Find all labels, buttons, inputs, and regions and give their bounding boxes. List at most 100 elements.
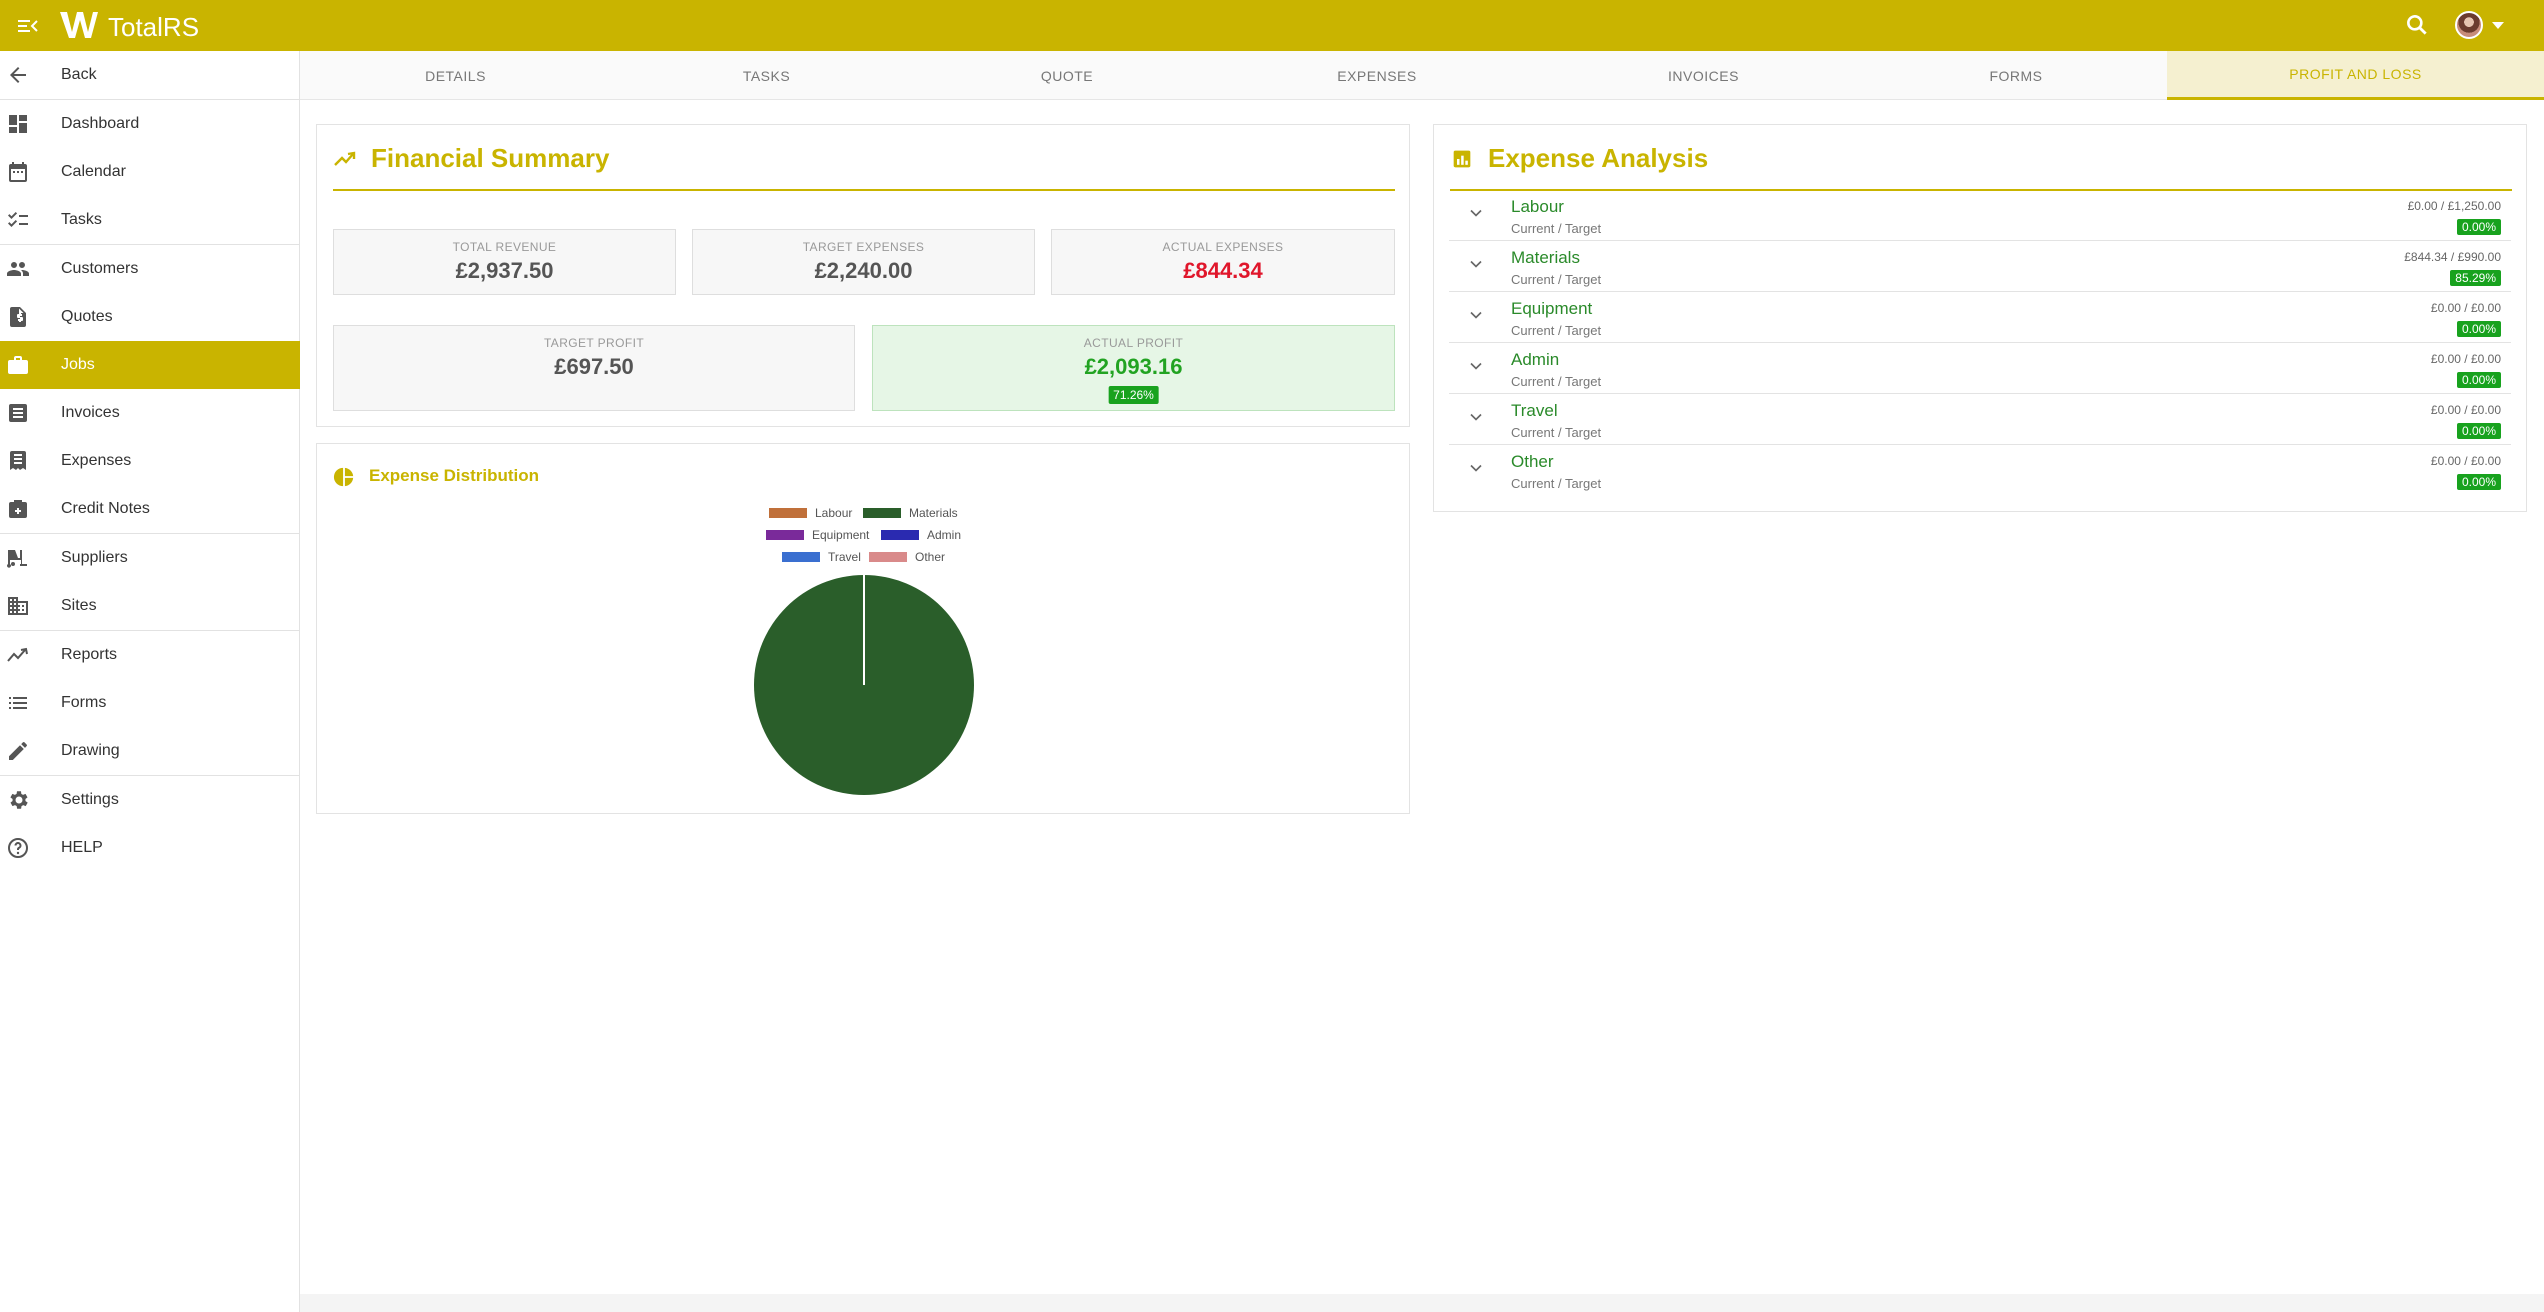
sidebar-item-suppliers[interactable]: Suppliers	[0, 534, 300, 582]
sidebar-item-jobs[interactable]: Jobs	[0, 341, 300, 389]
chevron-down-icon[interactable]	[1466, 305, 1486, 325]
expense-row-sub: Current / Target	[1511, 272, 1602, 287]
expense-row-equipment[interactable]: Equipment Current / Target £0.00 / £0.00…	[1449, 292, 2511, 343]
quote-document-icon	[10, 307, 26, 327]
sidebar-item-label: Jobs	[61, 356, 95, 373]
top-app-bar: TotalRS	[0, 0, 2544, 51]
chevron-down-icon[interactable]	[1466, 254, 1486, 274]
legend-label: Equipment	[812, 528, 870, 542]
page-footer-strip	[300, 1294, 2544, 1312]
expense-distribution-title: Expense Distribution	[369, 466, 540, 485]
stat-label: TARGET PROFIT	[543, 336, 645, 350]
expense-row-amount: £0.00 / £0.00	[2431, 454, 2501, 468]
sidebar-item-label: Quotes	[61, 308, 113, 325]
stat-value: £2,240.00	[814, 258, 913, 283]
expense-row-sub: Current / Target	[1511, 476, 1602, 491]
sidebar-item-dashboard[interactable]: Dashboard	[0, 100, 300, 148]
legend-swatch	[769, 508, 807, 518]
sidebar-item-drawing[interactable]: Drawing	[0, 727, 300, 775]
chevron-down-icon[interactable]	[1466, 458, 1486, 478]
tab-details[interactable]: DETAILS	[300, 51, 611, 100]
sidebar-item-help[interactable]: HELP	[0, 824, 300, 872]
expense-row-other[interactable]: Other Current / Target £0.00 / £0.00 0.0…	[1449, 445, 2511, 496]
sidebar-item-expenses[interactable]: Expenses	[0, 437, 300, 485]
target-amount: £0.00	[2470, 352, 2501, 366]
sidebar-item-settings[interactable]: Settings	[0, 776, 300, 824]
percent-badge: 0.00%	[2456, 321, 2501, 337]
expense-row-travel[interactable]: Travel Current / Target £0.00 / £0.00 0.…	[1449, 394, 2511, 445]
stat-value: £2,937.50	[455, 258, 554, 283]
expense-row-name: Equipment	[1511, 299, 1593, 318]
sidebar-item-label: Dashboard	[61, 115, 140, 132]
legend-label: Admin	[927, 528, 962, 542]
sidebar-item-label: Expenses	[61, 452, 132, 469]
expense-row-name: Other	[1511, 452, 1554, 471]
legend-swatch	[869, 552, 907, 562]
checklist-icon	[8, 212, 28, 227]
chevron-down-icon[interactable]	[1466, 203, 1486, 223]
arrow-left-icon	[10, 67, 26, 83]
tab-invoices[interactable]: INVOICES	[1542, 51, 1865, 100]
sidebar-item-label: Forms	[61, 694, 107, 711]
sidebar-item-customers[interactable]: Customers	[0, 245, 300, 293]
expense-row-name: Admin	[1511, 350, 1560, 369]
chevron-down-icon[interactable]	[1466, 407, 1486, 427]
expense-row-sub: Current / Target	[1511, 323, 1602, 338]
search-icon[interactable]	[2404, 12, 2430, 38]
expense-row-sub: Current / Target	[1511, 425, 1602, 440]
expense-row-admin[interactable]: Admin Current / Target £0.00 / £0.00 0.0…	[1449, 343, 2511, 394]
dashboard-icon	[9, 115, 27, 133]
sidebar-item-label: Settings	[61, 791, 119, 808]
sidebar-item-label: Sites	[61, 597, 97, 614]
sidebar-item-calendar[interactable]: Calendar	[0, 148, 300, 196]
tab-forms[interactable]: FORMS	[1865, 51, 2167, 100]
sidebar-item-invoices[interactable]: Invoices	[0, 389, 300, 437]
expense-row-amount: £0.00 / £0.00	[2431, 403, 2501, 417]
sidebar-item-sites[interactable]: Sites	[0, 582, 300, 630]
sidebar-item-quotes[interactable]: Quotes	[0, 293, 300, 341]
tab-expenses[interactable]: EXPENSES	[1212, 51, 1542, 100]
sidebar-item-credit-notes[interactable]: Credit Notes	[0, 485, 300, 533]
app-logo	[60, 12, 98, 38]
list-icon	[9, 697, 27, 709]
sidebar-item-label: Invoices	[61, 404, 120, 421]
tab-profit-and-loss[interactable]: PROFIT AND LOSS	[2167, 51, 2544, 100]
sidebar-item-tasks[interactable]: Tasks	[0, 196, 300, 244]
expense-row-materials[interactable]: Materials Current / Target £844.34 / £99…	[1449, 241, 2511, 292]
expense-distribution-card: Expense Distribution Labour Materials Eq…	[316, 443, 1410, 814]
chevron-down-icon[interactable]	[2492, 22, 2504, 29]
legend-item-equipment[interactable]: Equipment	[766, 528, 869, 542]
chevron-down-icon[interactable]	[1466, 356, 1486, 376]
legend-item-travel[interactable]: Travel	[782, 550, 861, 564]
percent-badge: 0.00%	[2456, 372, 2501, 388]
expense-row-labour[interactable]: Labour Current / Target £0.00 / £1,250.0…	[1449, 190, 2511, 241]
receipt-icon	[10, 451, 26, 470]
expense-row-amount: £0.00 / £1,250.00	[2408, 199, 2501, 213]
tab-tasks[interactable]: TASKS	[611, 51, 922, 100]
sidebar-item-reports[interactable]: Reports	[0, 631, 300, 679]
stat-value: £844.34	[1183, 258, 1263, 283]
percent-badge: 0.00%	[2456, 474, 2501, 490]
legend-item-labour[interactable]: Labour	[769, 506, 852, 520]
user-avatar[interactable]	[2455, 11, 2483, 39]
legend-item-admin[interactable]: Admin	[881, 528, 961, 542]
menu-collapse-icon[interactable]	[16, 14, 40, 38]
sidebar-item-forms[interactable]: Forms	[0, 679, 300, 727]
trending-up-icon	[334, 151, 356, 166]
sidebar-item-label: Calendar	[61, 163, 126, 180]
invoice-icon	[9, 404, 27, 422]
tab-quote[interactable]: QUOTE	[922, 51, 1212, 100]
building-icon	[8, 597, 28, 615]
legend-item-other[interactable]: Other	[869, 550, 945, 564]
expense-pie-chart[interactable]	[751, 572, 977, 798]
sidebar-item-back[interactable]: Back	[0, 51, 300, 99]
legend-label: Materials	[909, 506, 958, 520]
trend-icon	[7, 647, 28, 662]
actual-expenses-stat: ACTUAL EXPENSES £844.34	[1051, 229, 1395, 295]
legend-swatch	[782, 552, 820, 562]
stat-label: ACTUAL EXPENSES	[1162, 240, 1284, 254]
percent-badge: 85.29%	[2450, 270, 2501, 286]
legend-item-materials[interactable]: Materials	[863, 506, 958, 520]
legend-label: Travel	[828, 550, 861, 564]
bar-chart-icon	[1453, 150, 1471, 168]
